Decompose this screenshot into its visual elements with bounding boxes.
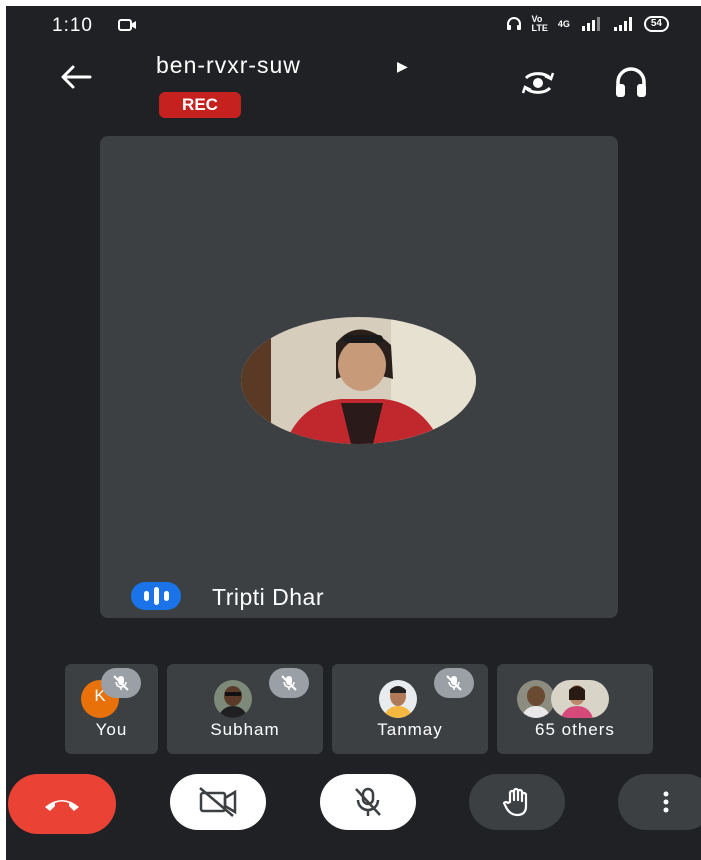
avatar: [379, 680, 417, 718]
more-options-button[interactable]: [618, 774, 701, 830]
participant-tile-you[interactable]: K You: [65, 664, 158, 754]
back-arrow-icon[interactable]: [60, 64, 92, 90]
avatar: [551, 680, 609, 718]
data-type-label: 4G: [557, 18, 570, 29]
headset-status-icon: [506, 17, 521, 30]
meeting-details-caret-icon[interactable]: ▶: [397, 58, 408, 75]
mic-off-icon: [269, 668, 309, 698]
mic-toggle-button[interactable]: [320, 774, 416, 830]
signal-icon-2: [613, 17, 632, 31]
meeting-code[interactable]: ben-rvxr-suw: [156, 52, 301, 79]
switch-camera-icon[interactable]: [518, 66, 558, 100]
participant-label: Tanmay: [377, 720, 443, 739]
phone-hangup-icon: [45, 800, 79, 811]
status-time: 1:10: [52, 15, 93, 36]
hand-icon: [502, 787, 528, 817]
avatar: [517, 680, 555, 718]
main-speaker-tile[interactable]: Tripti Dhar: [100, 136, 618, 618]
participant-label: You: [95, 720, 128, 739]
meet-screen: 1:10 Vo LTE 4G 54 ben-rvxr-suw ▶ REC Tri…: [6, 6, 701, 860]
participant-tile-tanmay[interactable]: Tanmay: [332, 664, 488, 754]
participant-tile-others[interactable]: 65 others: [497, 664, 653, 754]
end-call-button[interactable]: [8, 774, 116, 834]
mic-off-icon: [101, 668, 141, 698]
avatar: [214, 680, 252, 718]
battery-indicator: 54: [643, 16, 669, 32]
speaker-avatar: [241, 317, 476, 444]
raise-hand-button[interactable]: [469, 774, 565, 830]
status-icons: Vo LTE 4G 54: [506, 15, 669, 33]
video-off-icon: [199, 787, 237, 817]
speaker-name: Tripti Dhar: [212, 584, 324, 610]
more-vert-icon: [663, 791, 669, 813]
mic-off-icon: [434, 668, 474, 698]
headphones-icon[interactable]: [613, 66, 649, 100]
camera-toggle-button[interactable]: [170, 774, 266, 830]
volte-indicator: Vo LTE: [531, 14, 548, 33]
participant-label: 65 others: [535, 720, 615, 739]
screen-record-icon: [118, 19, 136, 31]
participant-tile-subham[interactable]: Subham: [167, 664, 323, 754]
participant-label: Subham: [210, 720, 280, 739]
signal-icon-1: [581, 17, 600, 31]
mic-off-icon: [355, 787, 381, 816]
recording-badge: REC: [159, 92, 241, 118]
speaking-indicator-icon: [131, 582, 181, 610]
